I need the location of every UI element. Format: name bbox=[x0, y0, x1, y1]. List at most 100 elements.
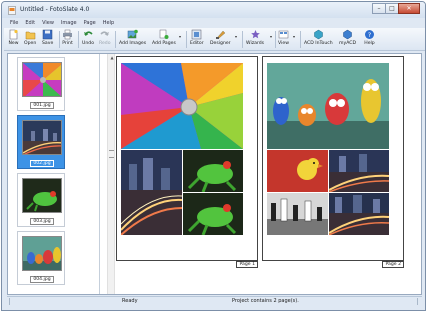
status-ready: Ready bbox=[122, 298, 138, 304]
toolbar-separator bbox=[300, 31, 301, 48]
designer-label: Designer bbox=[210, 41, 231, 46]
minimize-button[interactable]: – bbox=[372, 3, 386, 14]
undo-button[interactable]: Undo bbox=[82, 29, 94, 50]
app-window: Untitled - FotoSlate 4.0 – □ ✕ File Edit… bbox=[1, 1, 426, 311]
add-pages-label: Add Pages bbox=[152, 41, 176, 46]
thumbnail-item[interactable]: 001.jpg bbox=[17, 57, 65, 111]
status-page-count: Project contains 2 page(s). bbox=[232, 298, 299, 304]
toys-photo bbox=[267, 63, 389, 149]
help-label: Help bbox=[364, 41, 375, 46]
thumbnail-item-selected[interactable]: 002.jpg bbox=[17, 115, 65, 169]
page-2[interactable]: Page 2 bbox=[262, 56, 404, 268]
view-button[interactable]: View ▾ bbox=[278, 29, 295, 50]
photo-slot[interactable] bbox=[121, 63, 243, 149]
wizards-dropdown-icon[interactable]: ▾ bbox=[270, 34, 272, 39]
photo-slot[interactable] bbox=[267, 63, 389, 149]
app-icon bbox=[8, 6, 16, 15]
thumbnail-image bbox=[22, 62, 62, 97]
view-label: View bbox=[278, 41, 289, 46]
photo-slot[interactable] bbox=[183, 150, 243, 192]
editor-button[interactable]: Editor bbox=[190, 29, 204, 50]
pinwheel-thumbnail-icon bbox=[23, 63, 61, 96]
photo-slot[interactable] bbox=[267, 193, 328, 235]
frog-photo bbox=[183, 150, 243, 192]
view-dropdown-icon[interactable]: ▾ bbox=[293, 34, 295, 39]
editor-icon bbox=[192, 29, 202, 40]
undo-arrow-icon bbox=[83, 31, 93, 36]
designer-icon bbox=[215, 30, 226, 40]
add-images-icon bbox=[127, 29, 138, 39]
toolbar: New Open Save Print Undo Redo Add Images bbox=[4, 28, 425, 51]
print-button[interactable]: Print bbox=[62, 29, 73, 50]
view-icon bbox=[278, 30, 289, 39]
toolbar-separator bbox=[275, 31, 276, 48]
myacd-label: myACD bbox=[339, 41, 356, 46]
frog-photo bbox=[183, 193, 243, 235]
status-bar: Ready Project contains 2 page(s). bbox=[7, 296, 422, 305]
designer-dropdown-icon[interactable]: ▾ bbox=[235, 34, 237, 39]
photo-slot[interactable] bbox=[329, 150, 389, 192]
save-label: Save bbox=[42, 41, 54, 46]
wizard-icon bbox=[250, 30, 260, 39]
city-night-photo bbox=[329, 150, 389, 192]
page-label: Page 1 bbox=[236, 261, 258, 268]
open-button[interactable]: Open bbox=[24, 29, 36, 50]
save-button[interactable]: Save bbox=[42, 29, 53, 50]
toolbar-separator bbox=[186, 31, 187, 48]
redo-label: Redo bbox=[99, 41, 111, 46]
city-night-photo bbox=[121, 150, 182, 235]
add-pages-dropdown-icon[interactable]: ▾ bbox=[179, 34, 181, 39]
svg-text:?: ? bbox=[368, 31, 371, 39]
thumbnail-image bbox=[22, 236, 62, 271]
print-icon bbox=[63, 29, 72, 40]
page-1[interactable]: Page 1 bbox=[116, 56, 258, 268]
myacd-button[interactable]: myACD bbox=[339, 29, 356, 50]
toolbar-separator bbox=[59, 31, 60, 48]
photo-slot[interactable] bbox=[183, 193, 243, 235]
photo-slot[interactable] bbox=[329, 193, 389, 235]
menu-edit[interactable]: Edit bbox=[25, 19, 35, 27]
thumbnail-item[interactable]: 004.jpg bbox=[17, 231, 65, 285]
acd-intouch-label: ACD InTouch bbox=[304, 41, 333, 46]
photo-slot[interactable] bbox=[121, 150, 182, 235]
thumbnail-caption: 004.jpg bbox=[30, 276, 54, 283]
chess-photo bbox=[267, 193, 328, 235]
toolbar-separator bbox=[78, 31, 79, 48]
toys-thumbnail-icon bbox=[23, 237, 61, 270]
thumbnail-caption: 003.jpg bbox=[30, 218, 54, 225]
image-thumbnail-panel: 001.jpg 002.jpg 003.jpg 004.jpg bbox=[8, 54, 100, 294]
help-button[interactable]: ? Help bbox=[364, 29, 375, 50]
menu-help[interactable]: Help bbox=[103, 19, 114, 27]
designer-button[interactable]: Designer ▾ bbox=[210, 29, 237, 50]
menu-file[interactable]: File bbox=[10, 19, 18, 27]
scroll-thumb[interactable] bbox=[109, 150, 114, 158]
toolbar-separator bbox=[115, 31, 116, 48]
save-disk-icon bbox=[42, 29, 53, 40]
thumbnail-item[interactable]: 003.jpg bbox=[17, 173, 65, 227]
close-button[interactable]: ✕ bbox=[398, 3, 420, 14]
new-document-icon bbox=[9, 29, 18, 40]
status-divider bbox=[417, 298, 418, 305]
redo-button[interactable]: Redo bbox=[99, 29, 111, 50]
acd-intouch-button[interactable]: ACD InTouch bbox=[304, 29, 333, 50]
workspace: 001.jpg 002.jpg 003.jpg 004.jpg ▲ Page 1… bbox=[7, 53, 422, 295]
menu-page[interactable]: Page bbox=[84, 19, 96, 27]
menu-image[interactable]: Image bbox=[61, 19, 77, 27]
new-label: New bbox=[8, 41, 19, 46]
acd-intouch-icon bbox=[314, 29, 323, 40]
new-button[interactable]: New bbox=[8, 29, 19, 50]
maximize-button[interactable]: □ bbox=[385, 3, 399, 14]
wizards-button[interactable]: Wizards ▾ bbox=[246, 29, 272, 50]
menu-view[interactable]: View bbox=[42, 19, 54, 27]
title-bar: Untitled - FotoSlate 4.0 – □ ✕ bbox=[2, 2, 425, 18]
add-pages-button[interactable]: Add Pages ▾ bbox=[152, 29, 181, 50]
chick-photo bbox=[267, 150, 328, 192]
undo-label: Undo bbox=[82, 41, 95, 46]
thumbnail-scrollbar[interactable]: ▲ bbox=[107, 54, 115, 294]
page-label: Page 2 bbox=[382, 261, 404, 268]
city-night-photo bbox=[329, 193, 389, 235]
photo-slot[interactable] bbox=[267, 150, 328, 192]
print-label: Print bbox=[62, 41, 73, 46]
add-images-button[interactable]: Add Images bbox=[119, 29, 146, 50]
pinwheel-photo bbox=[121, 63, 243, 149]
